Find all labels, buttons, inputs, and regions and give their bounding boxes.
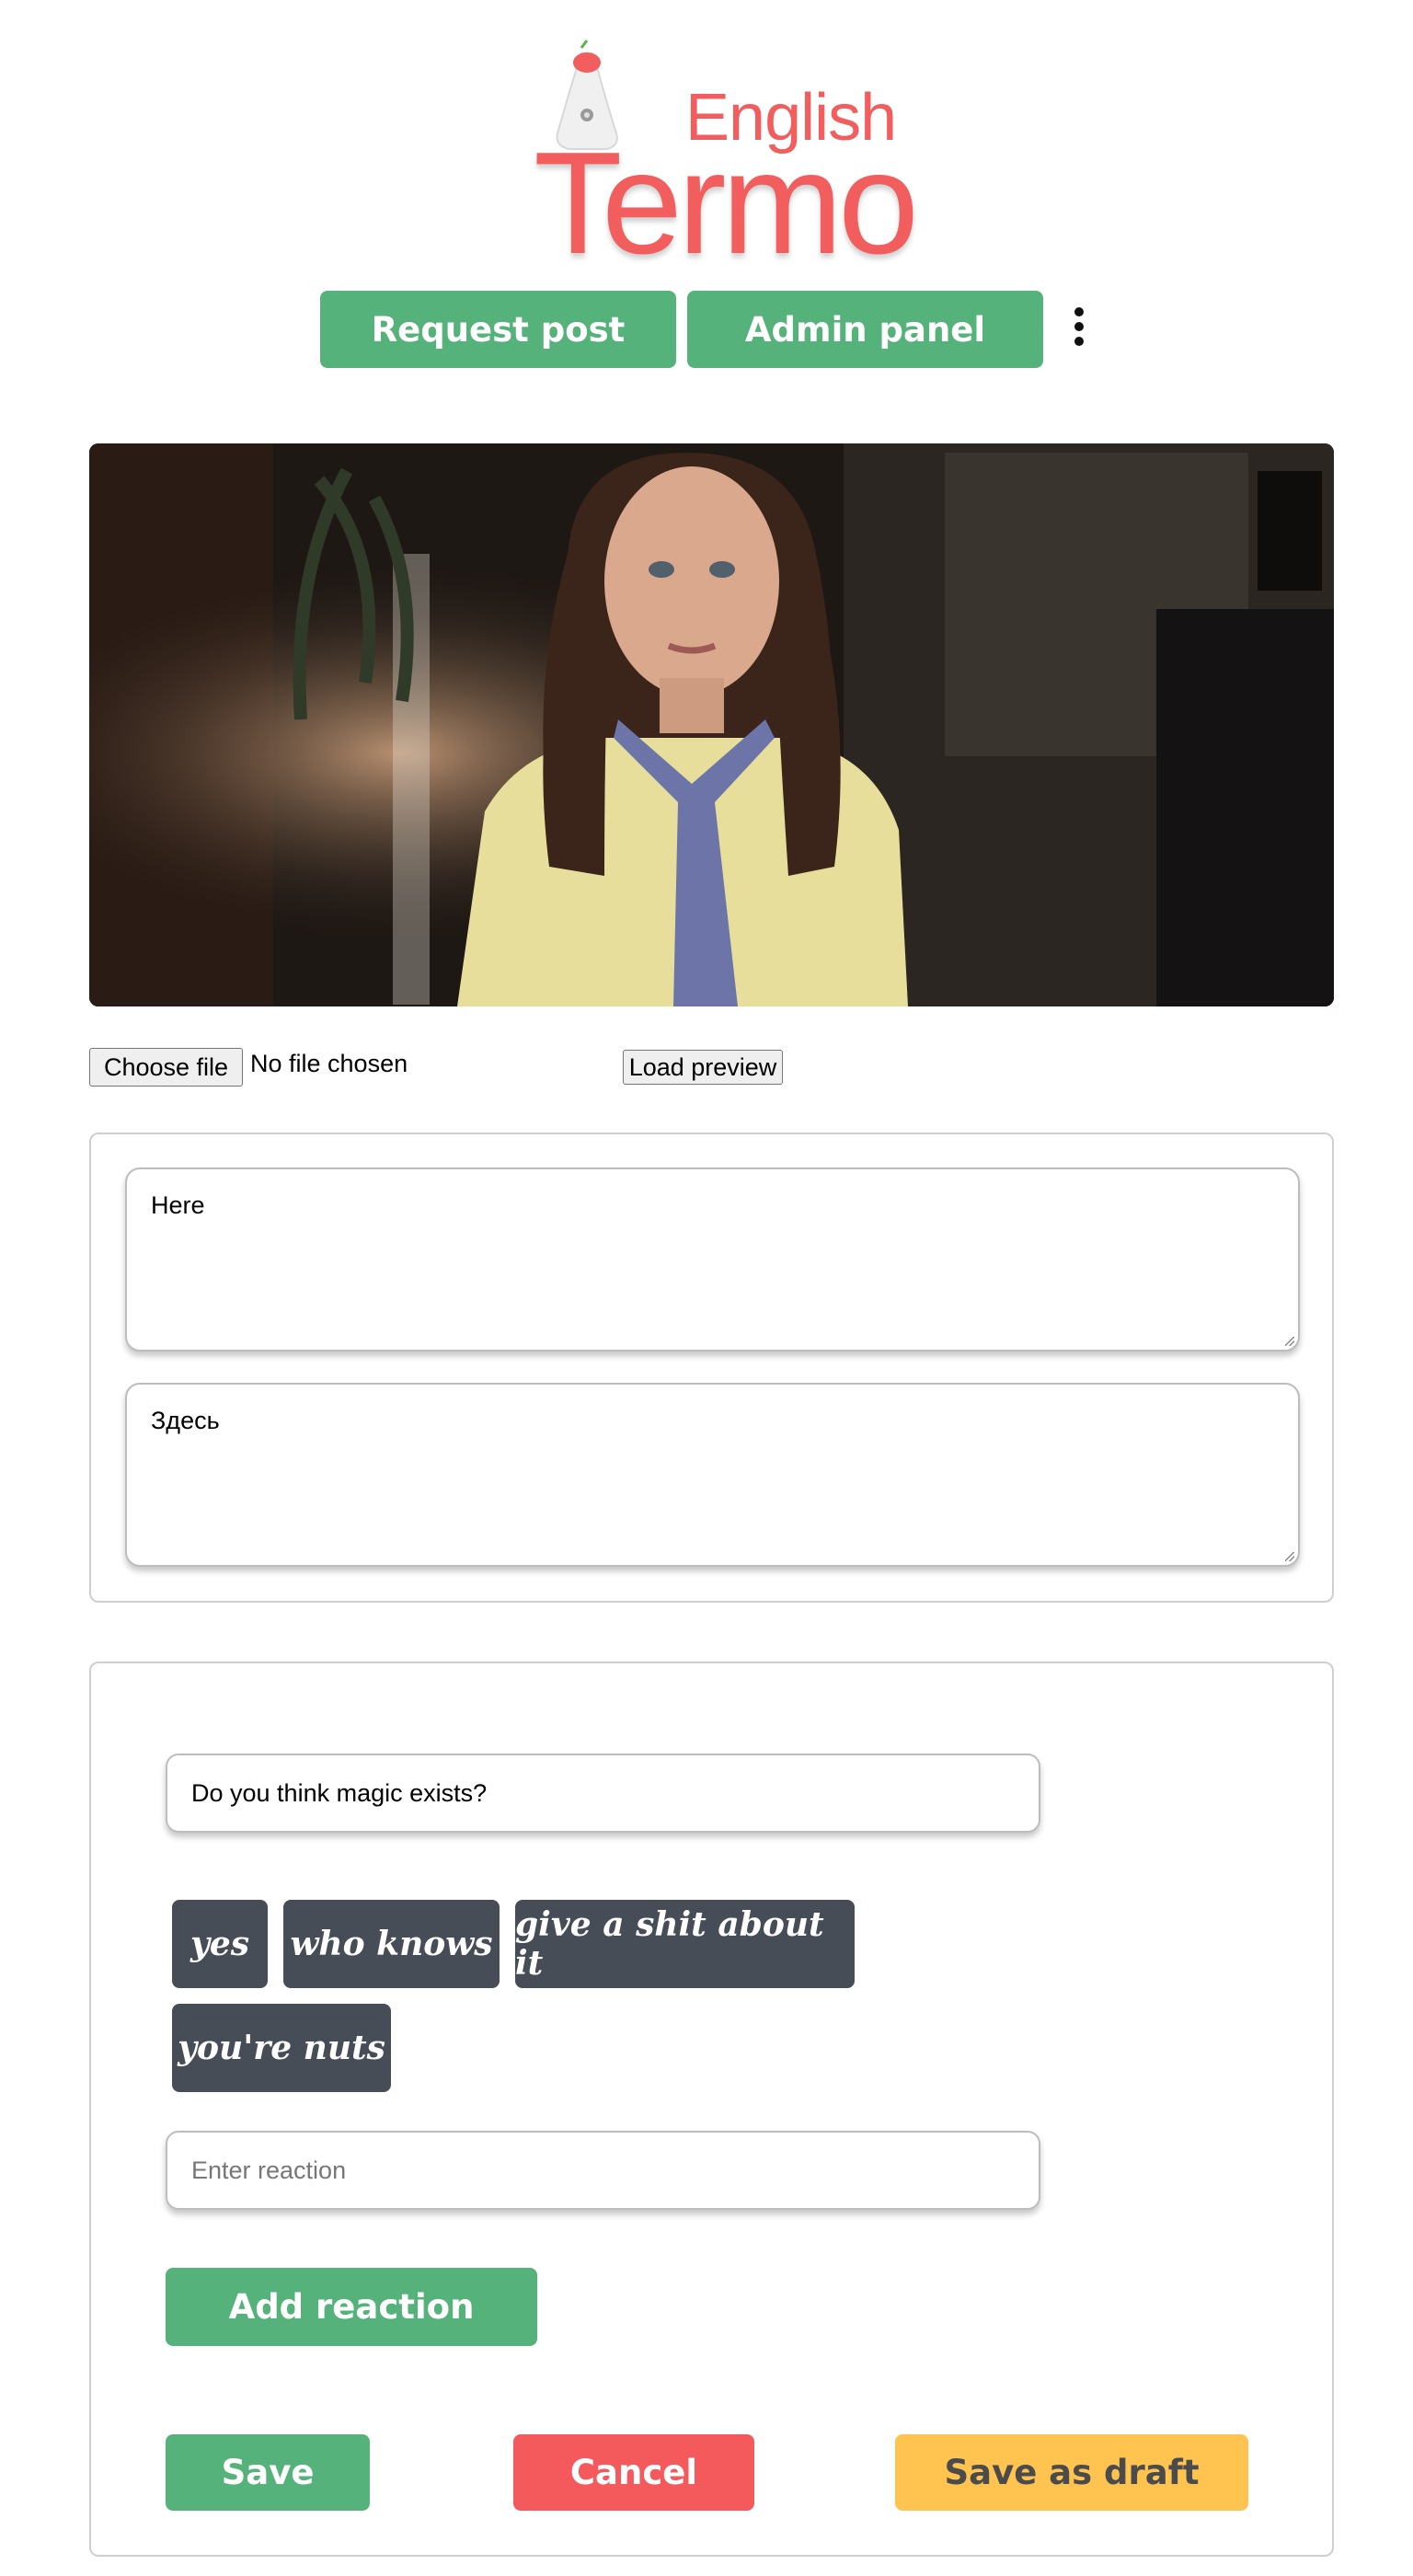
save-button[interactable]: Save xyxy=(166,2434,370,2511)
english-text-area[interactable]: Here xyxy=(125,1167,1300,1351)
reaction-chip-who-knows[interactable]: who knows xyxy=(283,1900,500,1988)
file-status-text: No file chosen xyxy=(250,1050,408,1077)
reaction-chip-give-a-shit[interactable]: give a shit about it xyxy=(515,1900,855,1988)
reaction-chip-yes[interactable]: yes xyxy=(172,1900,268,1988)
load-preview-button[interactable]: Load preview xyxy=(623,1050,783,1085)
english-text-value: Here xyxy=(151,1191,205,1219)
question-value: Do you think magic exists? xyxy=(191,1778,488,1807)
cancel-button[interactable]: Cancel xyxy=(513,2434,754,2511)
russian-text-area[interactable]: Здесь xyxy=(125,1383,1300,1567)
admin-panel-button[interactable]: Admin panel xyxy=(687,291,1043,368)
app-logo[interactable]: English Termo xyxy=(534,28,919,276)
reaction-placeholder: Enter reaction xyxy=(191,2156,347,2184)
reaction-input[interactable]: Enter reaction xyxy=(166,2131,1040,2210)
quiz-panel: Do you think magic exists? yes who knows… xyxy=(89,1662,1334,2557)
reaction-chip-youre-nuts[interactable]: you're nuts xyxy=(172,2004,391,2092)
post-preview-image xyxy=(89,443,1334,1006)
kebab-menu-icon[interactable] xyxy=(1065,307,1093,351)
resize-grip-icon[interactable] xyxy=(1285,1552,1294,1561)
choose-file-button[interactable]: Choose file xyxy=(89,1048,243,1087)
add-reaction-button[interactable]: Add reaction xyxy=(166,2268,537,2346)
question-input[interactable]: Do you think magic exists? xyxy=(166,1754,1040,1833)
request-post-button[interactable]: Request post xyxy=(320,291,676,368)
resize-grip-icon[interactable] xyxy=(1285,1337,1294,1346)
texts-panel: Here Здесь xyxy=(89,1133,1334,1603)
photo-illustration xyxy=(89,443,1334,1006)
logo-word-termo: Termo xyxy=(534,122,919,284)
russian-text-value: Здесь xyxy=(151,1407,220,1434)
save-as-draft-button[interactable]: Save as draft xyxy=(895,2434,1248,2511)
